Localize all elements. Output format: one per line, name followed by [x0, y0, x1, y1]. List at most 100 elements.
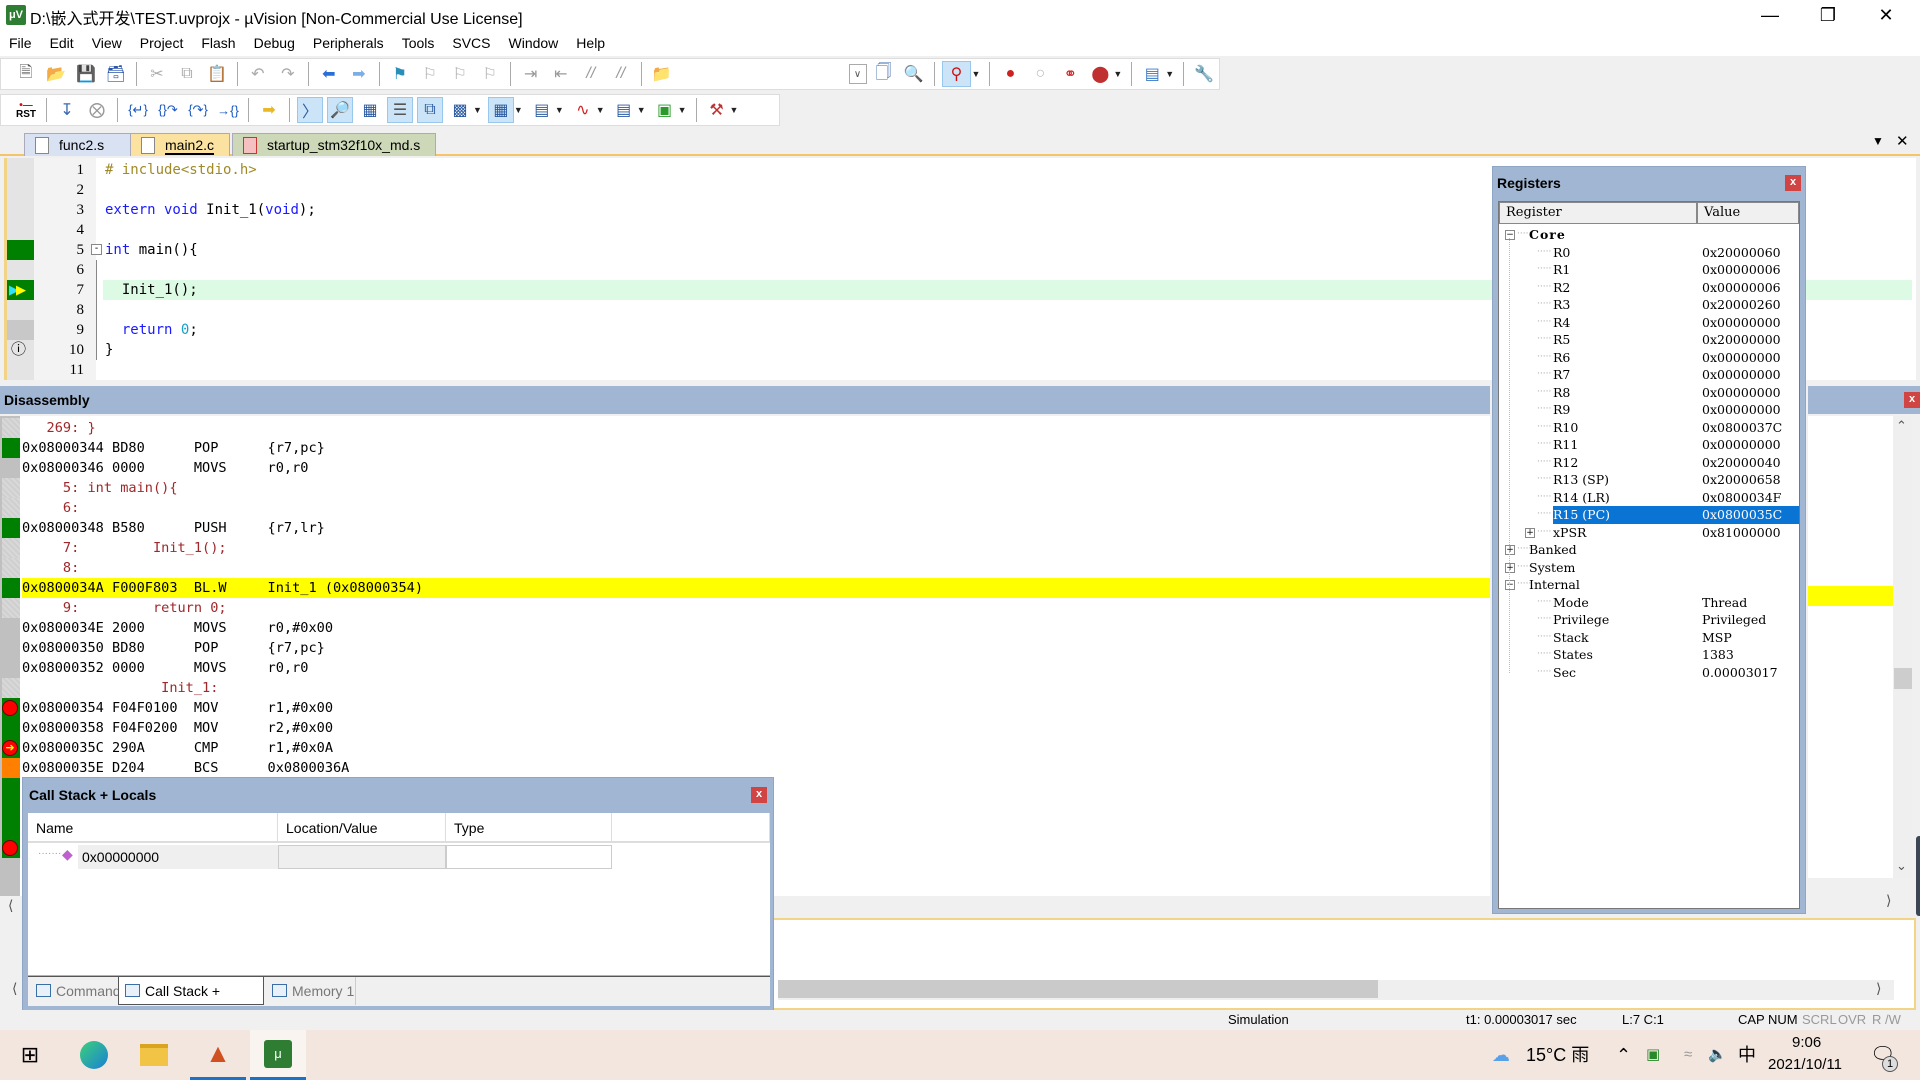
- menu-view[interactable]: View: [83, 30, 131, 56]
- analysis-window-icon[interactable]: ∿: [570, 97, 596, 123]
- debug-session-icon[interactable]: ⚲: [941, 61, 972, 87]
- tab-command[interactable]: Command: [30, 977, 121, 1005]
- menu-flash[interactable]: Flash: [192, 30, 244, 56]
- copy-icon[interactable]: ⧉: [174, 61, 200, 87]
- asm-line[interactable]: 0x08000350 BD80 POP {r7,pc}: [22, 638, 1490, 658]
- register-row[interactable]: ····· R2 0x00000006: [1499, 279, 1799, 297]
- serial-dropdown-icon[interactable]: ▼: [555, 105, 564, 115]
- uncomment-icon[interactable]: //: [608, 61, 634, 87]
- tab-func2-s[interactable]: func2.s: [24, 133, 132, 156]
- trace-dropdown-icon[interactable]: ▼: [637, 105, 646, 115]
- register-row[interactable]: ····· R1 0x00000006: [1499, 261, 1799, 279]
- minimize-button[interactable]: —: [1742, 0, 1798, 30]
- register-value[interactable]: 0x0800034F: [1702, 489, 1781, 507]
- register-row[interactable]: ····· R13 (SP) 0x20000658: [1499, 471, 1799, 489]
- scroll-right-icon[interactable]: ⟩: [1876, 980, 1881, 997]
- register-value[interactable]: 0x20000000: [1702, 331, 1781, 349]
- scroll-right-icon[interactable]: ⟩: [1886, 892, 1891, 909]
- register-row[interactable]: ····· R15 (PC) 0x0800035C: [1499, 506, 1799, 524]
- close-registers-button[interactable]: x: [1785, 175, 1801, 191]
- register-row[interactable]: ····· Privilege Privileged: [1499, 611, 1799, 629]
- register-value[interactable]: Privileged: [1702, 611, 1766, 629]
- menu-edit[interactable]: Edit: [41, 30, 83, 56]
- cut-icon[interactable]: ✂: [144, 61, 170, 87]
- next-bookmark-icon[interactable]: ⚐: [447, 61, 473, 87]
- column-value[interactable]: Value: [1697, 202, 1799, 224]
- expand-icon[interactable]: +: [1505, 545, 1515, 555]
- menu-project[interactable]: Project: [131, 30, 193, 56]
- register-value[interactable]: 0x20000040: [1702, 454, 1781, 472]
- layout-dropdown-icon[interactable]: ▼: [1165, 69, 1174, 79]
- register-row[interactable]: ····· Sec 0.00003017: [1499, 664, 1799, 682]
- column-type[interactable]: Type: [446, 813, 612, 843]
- edge-icon[interactable]: [66, 1030, 122, 1080]
- vscroll-thumb[interactable]: [1894, 668, 1912, 689]
- register-row[interactable]: ····· R8 0x00000000: [1499, 384, 1799, 402]
- register-value[interactable]: 0.00003017: [1702, 664, 1778, 682]
- restore-button[interactable]: ❐: [1800, 0, 1856, 30]
- run-to-cursor-icon[interactable]: →{}: [215, 97, 241, 123]
- scroll-up-icon[interactable]: ⌃: [1896, 418, 1907, 434]
- register-row[interactable]: ····· R5 0x20000000: [1499, 331, 1799, 349]
- register-row[interactable]: ····· R9 0x00000000: [1499, 401, 1799, 419]
- asm-line[interactable]: 0x0800034E 2000 MOVS r0,#0x00: [22, 618, 1490, 638]
- asm-line[interactable]: 0x0800035E D204 BCS 0x0800036A: [22, 758, 1490, 778]
- close-disassembly-button[interactable]: x: [1904, 392, 1920, 408]
- register-row[interactable]: ····· R3 0x20000260: [1499, 296, 1799, 314]
- asm-line[interactable]: 0x08000352 0000 MOVS r0,r0: [22, 658, 1490, 678]
- symbols-window-icon[interactable]: ▦: [357, 97, 383, 123]
- breakpoint-insert-icon[interactable]: ●: [997, 61, 1023, 87]
- matlab-icon[interactable]: ▲: [190, 1030, 246, 1080]
- save-all-icon[interactable]: 🗃: [103, 61, 129, 87]
- register-value[interactable]: 1383: [1702, 646, 1734, 664]
- register-row[interactable]: ····· R0 0x20000060: [1499, 244, 1799, 262]
- stop-icon[interactable]: ⨂: [84, 97, 110, 123]
- source-line[interactable]: 5: int main(){: [22, 478, 1490, 498]
- toolbox-icon[interactable]: ⚒: [704, 97, 730, 123]
- command-window-icon[interactable]: 〉: [297, 97, 323, 123]
- command-hscrollbar[interactable]: ⟩: [778, 980, 1894, 1000]
- find-in-files-icon[interactable]: 📁: [649, 61, 675, 87]
- comment-icon[interactable]: //: [578, 61, 604, 87]
- expand-icon[interactable]: +: [1505, 562, 1515, 573]
- tab-main2-c[interactable]: main2.c: [130, 133, 230, 156]
- register-value[interactable]: 0x00000000: [1702, 436, 1781, 454]
- register-row[interactable]: + ····· xPSR 0x81000000: [1499, 524, 1799, 542]
- expand-icon[interactable]: +: [1525, 527, 1535, 538]
- save-icon[interactable]: 💾: [73, 61, 99, 87]
- scroll-left-icon[interactable]: ⟨: [12, 980, 17, 997]
- notification-icon[interactable]: 🗨: [1870, 1030, 1895, 1080]
- reset-icon[interactable]: •— RST: [13, 97, 39, 123]
- memory-dropdown-icon[interactable]: ▼: [514, 105, 523, 115]
- scroll-left-icon[interactable]: ⟨: [8, 897, 13, 914]
- register-value[interactable]: 0x0800035C: [1702, 506, 1783, 524]
- show-next-statement-icon[interactable]: ➡: [256, 97, 282, 123]
- volume-icon[interactable]: 🔈: [1708, 1030, 1727, 1080]
- register-value[interactable]: MSP: [1702, 629, 1732, 647]
- ime-indicator[interactable]: 中: [1738, 1030, 1756, 1080]
- register-value[interactable]: 0x0800037C: [1702, 419, 1782, 437]
- keil-uvision-icon[interactable]: μ: [250, 1030, 306, 1080]
- tab-list-dropdown-icon[interactable]: ▼: [1872, 134, 1884, 148]
- menu-tools[interactable]: Tools: [393, 30, 444, 56]
- source-line[interactable]: Init_1:: [22, 678, 1490, 698]
- disassembly-window-icon[interactable]: 🔎: [327, 97, 353, 123]
- step-into-icon[interactable]: {↵}: [125, 97, 151, 123]
- register-value[interactable]: Thread: [1702, 594, 1747, 612]
- table-row[interactable]: ······· ◆ 0x00000000: [28, 845, 612, 869]
- register-value[interactable]: 0x00000006: [1702, 279, 1781, 297]
- show-hidden-icons-icon[interactable]: ⌃: [1616, 1030, 1631, 1080]
- asm-line[interactable]: 0x08000344 BD80 POP {r7,pc}: [22, 438, 1490, 458]
- column-name[interactable]: Name: [28, 813, 278, 843]
- asm-line[interactable]: 0x0800035C 290A CMP r1,#0x0A: [22, 738, 1490, 758]
- register-group[interactable]: + ····· System: [1499, 559, 1799, 577]
- register-row[interactable]: ····· R6 0x00000000: [1499, 349, 1799, 367]
- trace-window-icon[interactable]: ▤: [611, 97, 637, 123]
- weather-text[interactable]: 15°C 雨: [1526, 1030, 1589, 1080]
- register-value[interactable]: 0x00000000: [1702, 314, 1781, 332]
- close-tab-icon[interactable]: ✕: [1896, 132, 1909, 150]
- security-icon[interactable]: ▣: [1646, 1030, 1660, 1080]
- register-value[interactable]: 0x00000000: [1702, 384, 1781, 402]
- breakpoint-disable-icon[interactable]: ○: [1027, 61, 1053, 87]
- configure-icon[interactable]: 🔧: [1191, 61, 1217, 87]
